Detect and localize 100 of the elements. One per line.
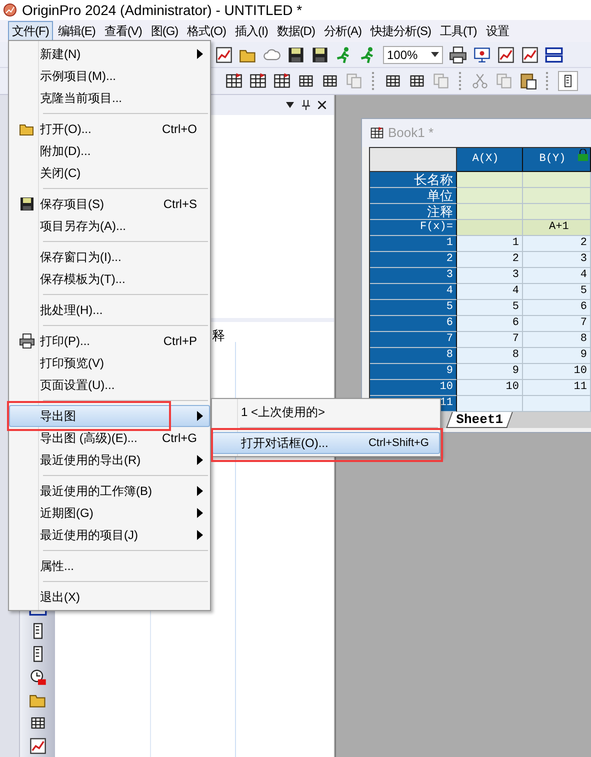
menu-item[interactable]: 页面设置(U)... xyxy=(9,374,210,396)
table-cell: 5 xyxy=(523,284,591,300)
menu-item[interactable]: 克隆当前项目... xyxy=(9,87,210,109)
table-cell: 7 xyxy=(523,316,591,332)
menu-item[interactable]: 打开对话框(O)... Ctrl+Shift+G xyxy=(212,432,440,454)
clock-icon[interactable] xyxy=(28,668,46,686)
app-logo-icon xyxy=(3,3,17,17)
worksheet-icon[interactable] xyxy=(273,72,291,90)
menu-bar-item[interactable]: 插入(I) xyxy=(230,21,272,41)
menu-item[interactable]: 最近使用的工作簿(B) xyxy=(9,480,210,502)
window-title: OriginPro 2024 (Administrator) - UNTITLED * xyxy=(22,0,302,20)
table-cell: 11 xyxy=(523,380,591,396)
table-cell: 10 xyxy=(457,380,523,396)
menu-bar-item[interactable]: 快捷分析(S) xyxy=(366,21,435,41)
table-cell: 4 xyxy=(523,268,591,284)
shortcut-label: Ctrl+S xyxy=(163,196,197,213)
menu-item[interactable]: 关闭(C) xyxy=(9,162,210,184)
menu-item[interactable]: 最近使用的项目(J) xyxy=(9,524,210,546)
menu-bar-item[interactable]: 格式(O) xyxy=(183,21,230,41)
graph-window-icon[interactable] xyxy=(521,46,539,64)
table-cell: 7 xyxy=(457,332,523,348)
menu-item[interactable]: 打印预览(V) xyxy=(9,352,210,374)
column-header[interactable]: B(Y) xyxy=(523,148,591,172)
table-cell: 8 xyxy=(523,332,591,348)
table-cell: 1 xyxy=(457,236,523,252)
worksheet-icon[interactable] xyxy=(225,72,243,90)
row-number: 1 xyxy=(370,236,457,252)
row-number: 4 xyxy=(370,284,457,300)
menu-item[interactable]: 保存模板为(T)... xyxy=(9,268,210,290)
table-cell xyxy=(457,204,523,220)
row-number: 6 xyxy=(370,316,457,332)
table-cell: 4 xyxy=(457,284,523,300)
table-cell xyxy=(523,396,591,412)
graph-window-icon[interactable] xyxy=(497,46,515,64)
formula-cell[interactable]: A+1 xyxy=(523,220,591,236)
worksheet-icon xyxy=(370,126,384,140)
row-number: 5 xyxy=(370,300,457,316)
table-cell: 6 xyxy=(523,300,591,316)
table-cell xyxy=(523,188,591,204)
menu-item[interactable]: 最近使用的导出(R) xyxy=(9,449,210,471)
monitor-icon[interactable] xyxy=(473,46,491,64)
graph-window-icon[interactable] xyxy=(215,46,233,64)
menu-bar-item[interactable]: 文件(F) xyxy=(8,21,53,41)
dropdown-icon[interactable] xyxy=(286,102,294,108)
menu-bar-item[interactable]: 设置 xyxy=(482,21,513,41)
table-cell: 3 xyxy=(457,268,523,284)
menu-item[interactable]: 属性... xyxy=(9,555,210,577)
table-cell: 10 xyxy=(523,364,591,380)
graph-window-icon[interactable] xyxy=(28,737,46,755)
menu-item[interactable]: 近期图(G) xyxy=(9,502,210,524)
row-number: 2 xyxy=(370,252,457,268)
row-number: 9 xyxy=(370,364,457,380)
menu-item[interactable]: 示例项目(M)... xyxy=(9,65,210,87)
menu-item[interactable]: 导出图 (高级)(E)... Ctrl+G xyxy=(9,427,210,449)
pin-icon[interactable] xyxy=(302,100,310,110)
table-cell xyxy=(457,220,523,236)
shortcut-label: Ctrl+O xyxy=(162,121,197,138)
menu-item[interactable]: 导出图 xyxy=(9,405,210,427)
menu-item[interactable]: 退出(X) xyxy=(9,586,210,608)
menu-item[interactable]: 项目另存为(A)... xyxy=(9,215,210,237)
menu-item[interactable]: 保存项目(S) Ctrl+S xyxy=(9,193,210,215)
table-cell: 2 xyxy=(523,236,591,252)
table-cell: 3 xyxy=(523,252,591,268)
row-label: F(x)= xyxy=(370,220,457,236)
table-cell: 8 xyxy=(457,348,523,364)
table-cell xyxy=(457,188,523,204)
column-label: 释 xyxy=(212,327,225,345)
menu-item[interactable]: 打印(P)... Ctrl+P xyxy=(9,330,210,352)
menu-bar-item[interactable]: 分析(A) xyxy=(320,21,366,41)
menu-item[interactable]: 打开(O)... Ctrl+O xyxy=(9,118,210,140)
printer-icon[interactable] xyxy=(449,46,467,64)
lock-icon xyxy=(577,149,589,161)
menu-bar-item[interactable]: 编辑(E) xyxy=(54,21,100,41)
table-cell xyxy=(457,396,523,412)
row-label: 单位 xyxy=(370,188,457,204)
row-label: 长名称 xyxy=(370,172,457,188)
menu-bar-item[interactable]: 工具(T) xyxy=(436,21,481,41)
window-title: Book1 * xyxy=(388,124,434,142)
table-cell: 9 xyxy=(457,364,523,380)
column-header[interactable]: A(X) xyxy=(457,148,523,172)
menu-item[interactable]: 保存窗口为(I)... xyxy=(9,246,210,268)
menu-bar-item[interactable]: 数据(D) xyxy=(272,21,319,41)
table-cell xyxy=(523,204,591,220)
menu-bar-item[interactable]: 查看(V) xyxy=(100,21,146,41)
close-icon[interactable] xyxy=(318,101,326,109)
clipboard-icon[interactable] xyxy=(519,72,537,90)
dropdown-icon xyxy=(431,52,439,57)
shortcut-label: Ctrl+G xyxy=(162,430,197,447)
sheet-tab[interactable]: Sheet1 xyxy=(446,412,513,428)
zoom-combo[interactable]: 100% xyxy=(383,46,443,64)
shortcut-label: Ctrl+P xyxy=(163,333,197,350)
row-label: 注释 xyxy=(370,204,457,220)
menu-item[interactable]: 附加(D)... xyxy=(9,140,210,162)
table-cell: 6 xyxy=(457,316,523,332)
menu-bar-item[interactable]: 图(G) xyxy=(146,21,182,41)
row-number: 3 xyxy=(370,268,457,284)
menu-item[interactable]: 批处理(H)... xyxy=(9,299,210,321)
worksheet-icon[interactable] xyxy=(249,72,267,90)
table-cell: 2 xyxy=(457,252,523,268)
menu-item[interactable]: 新建(N) xyxy=(9,43,210,65)
